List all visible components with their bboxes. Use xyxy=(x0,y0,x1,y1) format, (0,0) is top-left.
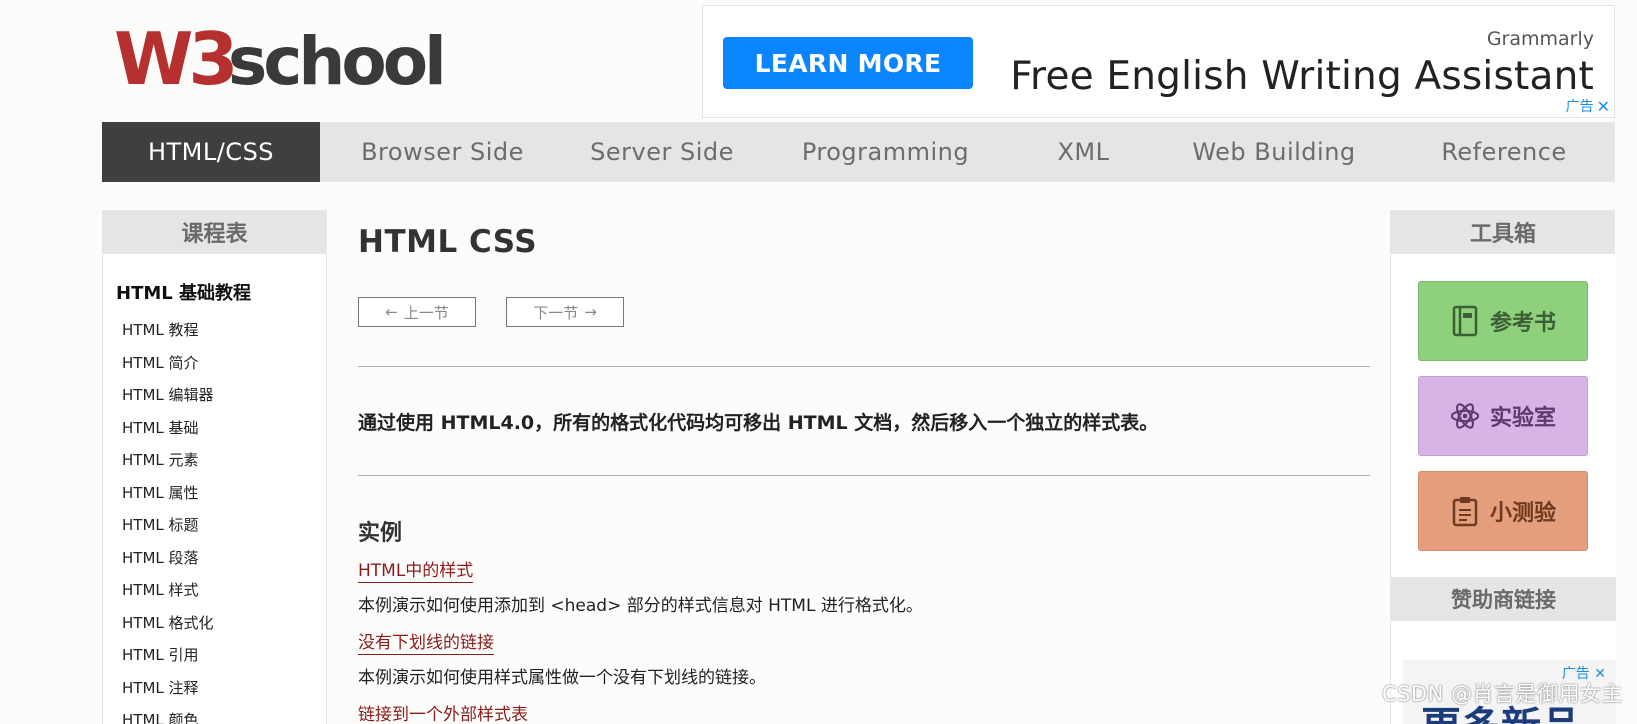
nav-tab-browser-side[interactable]: Browser Side xyxy=(320,122,565,182)
course-list-heading: 课程表 xyxy=(103,210,326,254)
lab-button[interactable]: 实验室 xyxy=(1418,376,1588,456)
nav-tab-html-css[interactable]: HTML/CSS xyxy=(102,122,320,182)
sidebar-item[interactable]: HTML 编辑器 xyxy=(122,379,326,412)
section-heading: 实例 xyxy=(358,521,403,546)
example-link[interactable]: 链接到一个外部样式表 xyxy=(358,704,528,724)
nav-tab-server-side[interactable]: Server Side xyxy=(565,122,759,182)
divider xyxy=(358,475,1370,476)
right-sidebar: 工具箱 参考书 实验室 小测验 赞助商链接 广告 ✕ 更多新品 xyxy=(1390,210,1616,724)
nav-tab-programming[interactable]: Programming xyxy=(759,122,1012,182)
sidebar-item[interactable]: HTML 简介 xyxy=(122,347,326,380)
sidebar-item[interactable]: HTML 引用 xyxy=(122,639,326,672)
toolbox-heading: 工具箱 xyxy=(1391,210,1615,254)
reference-book-button[interactable]: 参考书 xyxy=(1418,281,1588,361)
reference-book-label: 参考书 xyxy=(1489,311,1556,336)
sidebar-item[interactable]: HTML 标题 xyxy=(122,509,326,542)
learn-more-button[interactable]: LEARN MORE xyxy=(723,37,973,89)
prev-section-button[interactable]: ← 上一节 xyxy=(358,297,476,327)
sidebar-item[interactable]: HTML 属性 xyxy=(122,477,326,510)
sidebar-group-title: HTML 基础教程 xyxy=(116,283,251,304)
nav-tab-xml[interactable]: XML xyxy=(1012,122,1155,182)
next-section-label: 下一节 xyxy=(533,303,579,322)
sidebar-list: HTML 教程 HTML 简介 HTML 编辑器 HTML 基础 HTML 元素… xyxy=(122,314,326,724)
divider xyxy=(358,366,1370,367)
sponsor-links-heading: 赞助商链接 xyxy=(1391,577,1616,621)
ad-banner[interactable]: LEARN MORE Grammarly Free English Writin… xyxy=(702,5,1615,118)
logo-school-text: school xyxy=(228,23,443,100)
close-icon[interactable]: ✕ xyxy=(1597,97,1610,116)
atom-icon xyxy=(1450,403,1480,429)
ad-brand: Grammarly xyxy=(1486,28,1594,50)
sidebar-item[interactable]: HTML 段落 xyxy=(122,542,326,575)
clipboard-icon xyxy=(1452,497,1478,527)
sidebar-item[interactable]: HTML 基础 xyxy=(122,412,326,445)
sidebar-item[interactable]: HTML 颜色 xyxy=(122,704,326,724)
example-link[interactable]: HTML中的样式 xyxy=(358,560,474,583)
example-description: 本例演示如何使用添加到 <head> 部分的样式信息对 HTML 进行格式化。 xyxy=(358,596,923,616)
w3school-logo[interactable]: W3 school xyxy=(114,17,447,101)
ad-mark-label: 广告 xyxy=(1565,99,1594,115)
sidebar-item[interactable]: HTML 元素 xyxy=(122,444,326,477)
sidebar-item[interactable]: HTML 教程 xyxy=(122,314,326,347)
main-content: HTML CSS ← 上一节 下一节 → 通过使用 HTML4.0，所有的格式化… xyxy=(358,210,1370,724)
example-link[interactable]: 没有下划线的链接 xyxy=(358,632,494,655)
ad-headline: Free English Writing Assistant xyxy=(1010,54,1594,99)
sidebar-item[interactable]: HTML 样式 xyxy=(122,574,326,607)
prev-section-label: 上一节 xyxy=(403,303,449,322)
example-description: 本例演示如何使用样式属性做一个没有下划线的链接。 xyxy=(358,668,766,688)
arrow-right-icon: → xyxy=(584,303,597,321)
intro-text: 通过使用 HTML4.0，所有的格式化代码均可移出 HTML 文档，然后移入一个… xyxy=(358,412,1159,434)
left-sidebar: 课程表 HTML 基础教程 HTML 教程 HTML 简介 HTML 编辑器 H… xyxy=(102,210,327,724)
ad-mark[interactable]: 广告 ✕ xyxy=(1566,96,1610,116)
quiz-button[interactable]: 小测验 xyxy=(1418,471,1588,551)
book-icon xyxy=(1452,305,1478,337)
nav-tab-reference[interactable]: Reference xyxy=(1393,122,1615,182)
nav-tab-web-building[interactable]: Web Building xyxy=(1155,122,1393,182)
quiz-label: 小测验 xyxy=(1489,501,1556,526)
next-section-button[interactable]: 下一节 → xyxy=(506,297,624,327)
logo-graphic: W3 school xyxy=(114,17,447,101)
top-nav: HTML/CSS Browser Side Server Side Progra… xyxy=(102,122,1615,182)
arrow-left-icon: ← xyxy=(385,303,398,321)
sidebar-item[interactable]: HTML 注释 xyxy=(122,672,326,705)
csdn-watermark: CSDN @肖言是御用女主 xyxy=(1381,682,1623,706)
sidebar-item[interactable]: HTML 格式化 xyxy=(122,607,326,640)
pager: ← 上一节 下一节 → xyxy=(358,297,624,327)
logo-w3-text: W3 xyxy=(114,22,234,100)
lab-label: 实验室 xyxy=(1489,406,1556,431)
page-title: HTML CSS xyxy=(358,224,538,260)
